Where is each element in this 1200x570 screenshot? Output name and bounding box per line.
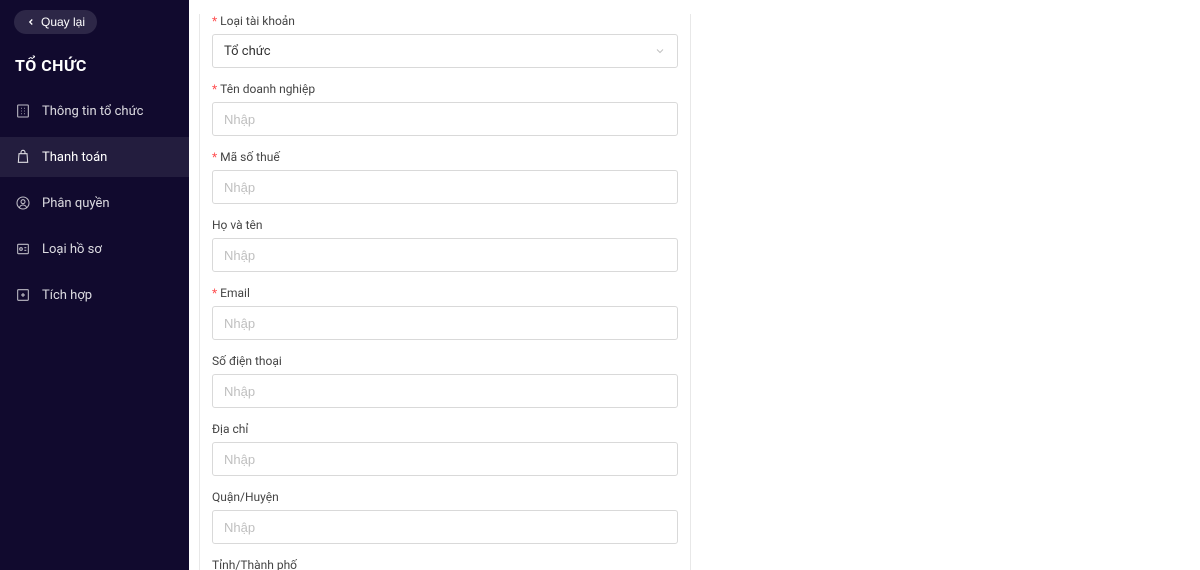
required-marker: * [212,150,217,164]
chevron-left-icon [26,17,36,27]
select-account-type[interactable]: Tổ chức [212,34,678,68]
back-button[interactable]: Quay lại [14,10,97,34]
sidebar-title: TỔ CHỨC [15,56,189,75]
sidebar-item-label: Thanh toán [42,150,107,165]
plus-square-icon [15,287,31,303]
input-phone[interactable] [212,374,678,408]
input-tax-code[interactable] [212,170,678,204]
label-city: Tỉnh/Thành phố [212,558,678,570]
label-tax-code: *Mã số thuế [212,150,678,164]
sidebar-item-integration[interactable]: Tích hợp [0,275,189,315]
sidebar-item-org-info[interactable]: Thông tin tổ chức [0,91,189,131]
label-business-name: *Tên doanh nghiệp [212,82,678,96]
back-button-label: Quay lại [41,15,85,29]
label-email: *Email [212,286,678,300]
field-full-name: Họ và tên [212,218,678,272]
input-email[interactable] [212,306,678,340]
sidebar-item-label: Loại hồ sơ [42,242,102,257]
bag-icon [15,149,31,165]
input-address[interactable] [212,442,678,476]
required-marker: * [212,82,217,96]
select-value: Tổ chức [224,44,271,59]
input-business-name[interactable] [212,102,678,136]
building-icon [15,103,31,119]
sidebar-item-label: Tích hợp [42,288,92,303]
input-full-name[interactable] [212,238,678,272]
sidebar-item-label: Thông tin tổ chức [42,104,143,119]
required-marker: * [212,14,217,28]
sidebar: Quay lại TỔ CHỨC Thông tin tổ chức Thanh… [0,0,189,570]
field-business-name: *Tên doanh nghiệp [212,82,678,136]
label-phone: Số điện thoại [212,354,678,368]
sidebar-item-label: Phân quyền [42,196,110,211]
field-city: Tỉnh/Thành phố [212,558,678,570]
chevron-down-icon [654,45,666,57]
sidebar-item-payment[interactable]: Thanh toán [0,137,189,177]
sidebar-item-profile-type[interactable]: Loại hồ sơ [0,229,189,269]
field-tax-code: *Mã số thuế [212,150,678,204]
profile-type-icon [15,241,31,257]
field-address: Địa chỉ [212,422,678,476]
required-marker: * [212,286,217,300]
label-full-name: Họ và tên [212,218,678,232]
label-district: Quận/Huyện [212,490,678,504]
field-phone: Số điện thoại [212,354,678,408]
field-email: *Email [212,286,678,340]
form-card: *Loại tài khoản Tổ chức *Tên doanh nghiệ… [199,14,691,570]
main-content: *Loại tài khoản Tổ chức *Tên doanh nghiệ… [189,0,1200,570]
input-district[interactable] [212,510,678,544]
user-circle-icon [15,195,31,211]
field-district: Quận/Huyện [212,490,678,544]
field-account-type: *Loại tài khoản Tổ chức [212,14,678,68]
label-address: Địa chỉ [212,422,678,436]
label-account-type: *Loại tài khoản [212,14,678,28]
sidebar-item-permissions[interactable]: Phân quyền [0,183,189,223]
